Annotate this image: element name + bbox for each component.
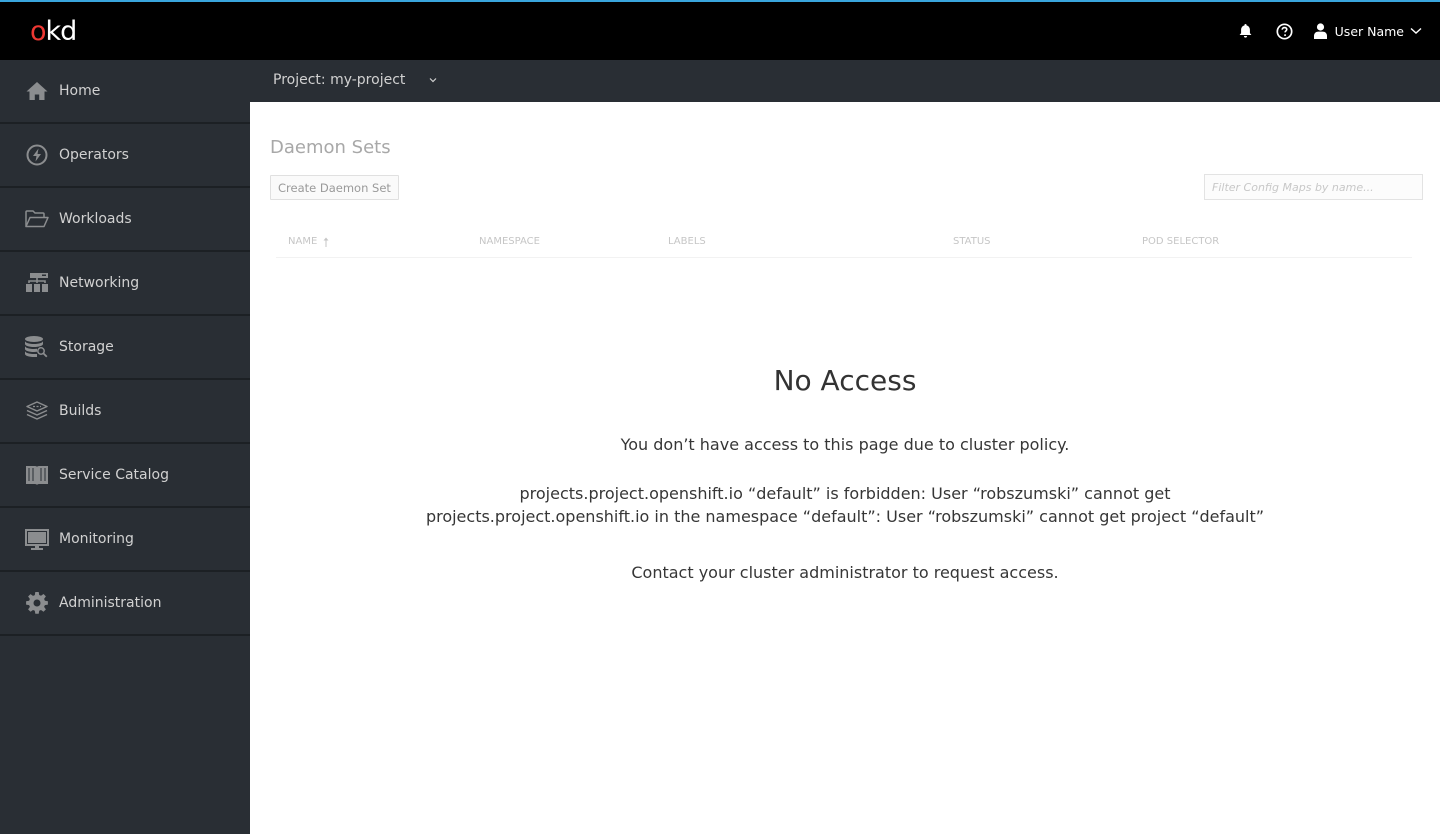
sidebar-item-networking[interactable]: Networking (0, 252, 250, 316)
sidebar-item-label: Workloads (59, 211, 132, 227)
masthead: okd User Name (0, 2, 1440, 60)
sidebar-item-label: Builds (59, 403, 102, 419)
filter-input[interactable] (1204, 174, 1423, 200)
sidebar-item-administration[interactable]: Administration (0, 572, 250, 636)
sidebar-item-storage[interactable]: Storage (0, 316, 250, 380)
sidebar-item-operators[interactable]: Operators (0, 124, 250, 188)
sidebar-item-service-catalog[interactable]: Service Catalog (0, 444, 250, 508)
sidebar-item-workloads[interactable]: Workloads (0, 188, 250, 252)
gear-icon (25, 591, 49, 615)
sidebar-item-label: Networking (59, 275, 140, 291)
sidebar-nav: Home Operators Workloads Networking Stor… (0, 60, 250, 834)
column-header-pod-selector[interactable]: POD SELECTOR (1142, 236, 1219, 247)
user-icon (1313, 23, 1327, 39)
database-icon (25, 335, 49, 359)
book-icon (25, 463, 49, 487)
masthead-toolbar: User Name (1236, 2, 1440, 60)
bell-icon (1239, 23, 1252, 38)
no-access-contact: Contact your cluster administrator to re… (631, 563, 1059, 582)
user-name: User Name (1334, 23, 1404, 39)
main-content: Daemon Sets Create Daemon Set NAME NAMES… (250, 102, 1440, 834)
sidebar-item-label: Service Catalog (59, 467, 169, 483)
page-title: Daemon Sets (270, 137, 391, 158)
sidebar-item-label: Monitoring (59, 531, 134, 547)
notifications-button[interactable] (1236, 21, 1256, 41)
layers-icon (25, 399, 49, 423)
monitor-icon (25, 527, 49, 551)
column-header-status[interactable]: STATUS (953, 236, 991, 247)
sort-ascending-icon (323, 237, 329, 247)
no-access-description: You don’t have access to this page due t… (620, 435, 1070, 454)
column-header-labels[interactable]: LABELS (668, 236, 706, 247)
user-menu[interactable]: User Name (1313, 23, 1430, 39)
help-button[interactable] (1275, 21, 1295, 41)
sidebar-item-builds[interactable]: Builds (0, 380, 250, 444)
sidebar-item-label: Operators (59, 147, 129, 163)
project-label: Project: my-project (273, 72, 406, 88)
okd-logo[interactable]: okd (30, 16, 77, 47)
column-header-namespace[interactable]: NAMESPACE (479, 236, 540, 247)
no-access-message: No Access You don’t have access to this … (250, 364, 1440, 584)
chevron-down-icon (1410, 27, 1422, 34)
table-header: NAME NAMESPACE LABELS STATUS POD SELECTO… (276, 230, 1412, 258)
sidebar-item-home[interactable]: Home (0, 60, 250, 124)
help-icon (1276, 22, 1293, 40)
column-header-name[interactable]: NAME (288, 236, 329, 247)
no-access-title: No Access (773, 364, 917, 397)
sidebar-item-label: Administration (59, 595, 162, 611)
folder-open-icon (25, 207, 49, 231)
bolt-icon (25, 143, 49, 167)
no-access-error: projects.project.openshift.io “default” … (425, 484, 1265, 526)
project-bar: Project: my-project (250, 60, 1440, 102)
create-daemon-set-button[interactable]: Create Daemon Set (270, 175, 399, 200)
home-icon (25, 79, 49, 103)
sidebar-item-label: Home (59, 83, 101, 99)
chevron-down-icon (429, 78, 437, 83)
project-selector[interactable]: Project: my-project (273, 72, 437, 88)
sidebar-item-label: Storage (59, 339, 114, 355)
network-icon (25, 271, 49, 295)
sidebar-item-monitoring[interactable]: Monitoring (0, 508, 250, 572)
